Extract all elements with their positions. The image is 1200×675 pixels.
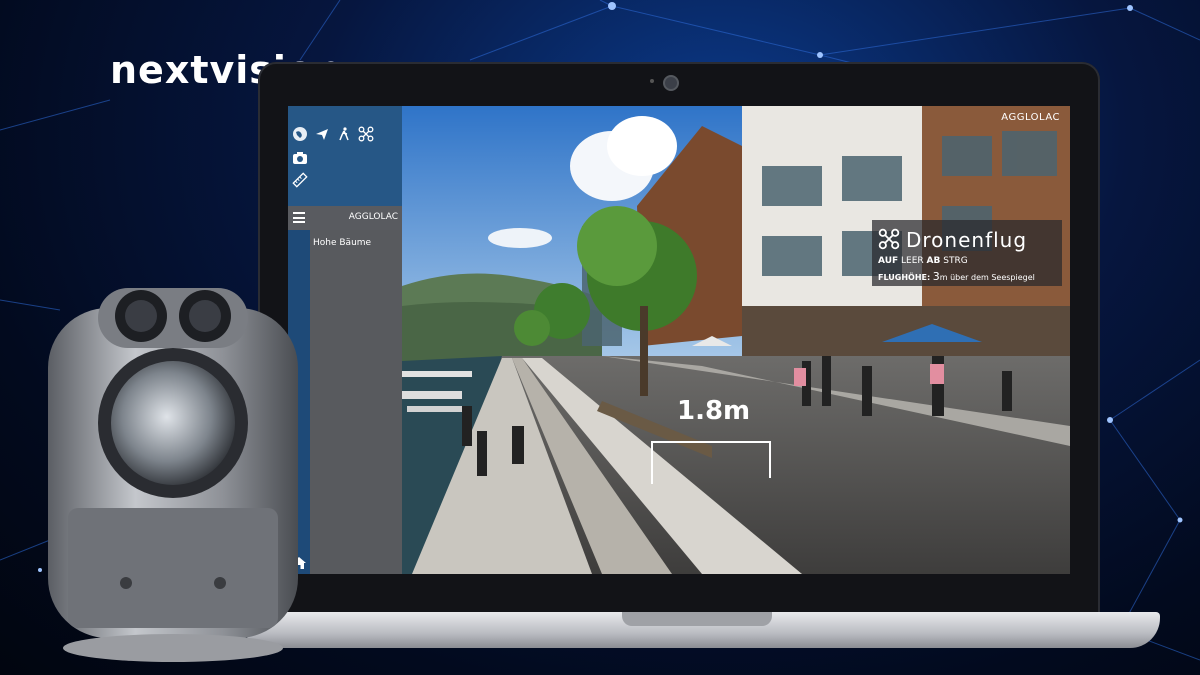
plane-icon[interactable]	[314, 126, 330, 142]
scene-render	[402, 106, 1070, 574]
hamburger-menu-icon[interactable]	[293, 212, 305, 223]
measurement-label: 1.8m	[677, 396, 751, 426]
sidebar-title: AGGLOLAC	[348, 212, 398, 222]
laptop-webcam	[663, 75, 679, 91]
altitude-value: 3	[932, 270, 940, 283]
gimbal-camera-image	[48, 288, 298, 662]
app-screen: AGGLOLAC Hohe Bäume AGGLOLAC 1.8m Dronen…	[288, 106, 1070, 574]
layers-panel	[310, 206, 402, 574]
layer-item-hohe-baeume[interactable]: Hohe Bäume	[313, 238, 371, 248]
scene-title: AGGLOLAC	[1001, 112, 1060, 123]
camera-icon[interactable]	[292, 150, 308, 166]
key-leer: LEER	[901, 256, 924, 266]
drone-icon	[878, 228, 900, 250]
drone-icon[interactable]	[358, 126, 374, 142]
walk-icon[interactable]	[336, 126, 352, 142]
altitude-label: FLUGHÖHE:	[878, 273, 931, 282]
key-auf: AUF	[878, 256, 899, 266]
ruler-icon[interactable]	[292, 172, 308, 188]
laptop-indicator	[650, 79, 654, 83]
laptop-notch	[622, 612, 772, 626]
controls-hint: AUF LEER AB STRG	[878, 256, 968, 266]
info-title: Dronenflug	[906, 228, 1028, 252]
globe-icon[interactable]	[292, 126, 308, 142]
key-ab: AB	[926, 256, 941, 266]
key-strg: STRG	[943, 256, 968, 266]
drone-flight-info-panel: Dronenflug AUF LEER AB STRG FLUGHÖHE: 3m…	[872, 220, 1062, 286]
altitude-hint: FLUGHÖHE: 3m über dem Seespiegel	[878, 270, 1035, 283]
altitude-suffix: m über dem Seespiegel	[939, 273, 1035, 282]
3d-scene-view[interactable]: AGGLOLAC 1.8m Dronenflug AUF LEER AB STR…	[402, 106, 1070, 574]
